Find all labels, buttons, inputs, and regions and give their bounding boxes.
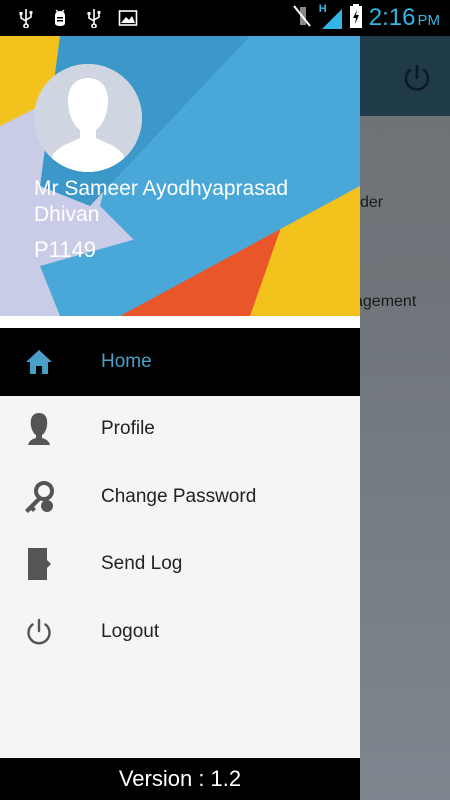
send-log-icon bbox=[22, 547, 56, 581]
menu-item-home[interactable]: Home bbox=[0, 328, 360, 396]
clock-ampm: PM bbox=[417, 12, 441, 29]
version-label: Version : 1.2 bbox=[0, 758, 360, 800]
status-clock: 2:16 PM bbox=[369, 4, 440, 32]
menu-label: Home bbox=[101, 350, 152, 372]
user-silhouette-icon bbox=[34, 64, 142, 172]
android-debug-icon bbox=[50, 8, 70, 28]
signal-icon: H bbox=[319, 3, 343, 31]
usb-icon bbox=[16, 8, 36, 28]
menu-item-profile[interactable]: Profile bbox=[0, 396, 360, 464]
menu-label: Send Log bbox=[101, 553, 183, 575]
menu-item-change-password[interactable]: Change Password bbox=[0, 463, 360, 531]
battery-charging-icon bbox=[349, 3, 363, 34]
background-app[interactable]: der agement bbox=[360, 36, 450, 800]
background-list-item: der bbox=[360, 194, 384, 211]
menu-label: Logout bbox=[101, 620, 160, 642]
navigation-drawer: Mr Sameer Ayodhyaprasad Dhivan P1149 Hom… bbox=[0, 36, 360, 800]
clock-time: 2:16 bbox=[368, 4, 416, 31]
power-icon[interactable] bbox=[400, 61, 434, 95]
drawer-menu: Home Profile Change Password Send Log Lo… bbox=[0, 328, 360, 666]
menu-item-send-log[interactable]: Send Log bbox=[0, 531, 360, 599]
image-icon bbox=[118, 8, 138, 28]
menu-item-logout[interactable]: Logout bbox=[0, 598, 360, 666]
menu-label: Profile bbox=[101, 418, 155, 440]
power-icon bbox=[22, 615, 56, 649]
usb-icon bbox=[84, 8, 104, 28]
menu-label: Change Password bbox=[101, 485, 257, 507]
mute-icon bbox=[291, 4, 313, 33]
background-list-item: agement bbox=[360, 293, 417, 310]
header-divider bbox=[0, 316, 360, 328]
avatar[interactable] bbox=[34, 64, 142, 172]
drawer-header: Mr Sameer Ayodhyaprasad Dhivan P1149 bbox=[0, 36, 360, 316]
status-bar: H 2:16 PM bbox=[0, 0, 450, 36]
user-name: Mr Sameer Ayodhyaprasad Dhivan bbox=[34, 177, 289, 226]
profile-icon bbox=[22, 412, 56, 446]
home-icon bbox=[22, 345, 56, 379]
user-id: P1149 bbox=[34, 237, 96, 262]
key-icon bbox=[22, 480, 56, 514]
